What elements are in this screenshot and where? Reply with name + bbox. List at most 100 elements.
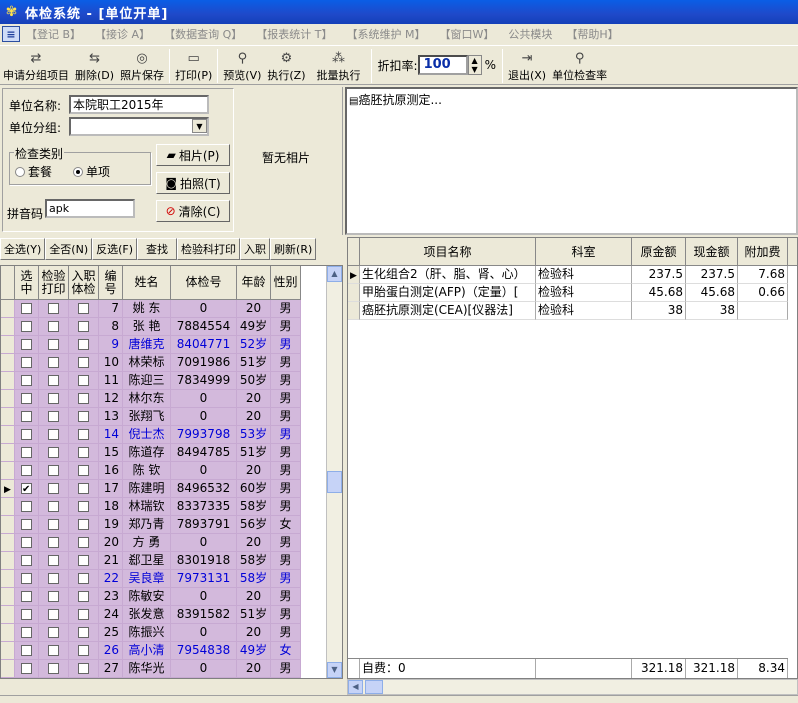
onboard-checkbox[interactable] (78, 321, 89, 332)
cell-age[interactable]: 49岁 (237, 318, 271, 336)
cell-lab-print[interactable] (39, 552, 69, 570)
cell-select[interactable] (15, 552, 39, 570)
cell-sex[interactable]: 男 (271, 588, 301, 606)
cell-lab-print[interactable] (39, 426, 69, 444)
row-indicator[interactable] (1, 336, 15, 354)
cell-sex[interactable]: 男 (271, 570, 301, 588)
discount-spinner[interactable]: ▲ ▼ (467, 55, 482, 75)
onboard-checkbox[interactable] (78, 447, 89, 458)
grid-vertical-scrollbar[interactable]: ▲ ▼ (326, 266, 342, 678)
cell-sex[interactable]: 男 (271, 534, 301, 552)
cell-select[interactable] (15, 660, 39, 678)
items-horizontal-scrollbar[interactable]: ◀ (347, 679, 798, 695)
row-indicator[interactable] (1, 660, 15, 678)
cell-onboard[interactable] (69, 660, 99, 678)
cell-onboard[interactable] (69, 498, 99, 516)
cell-age[interactable]: 60岁 (237, 480, 271, 498)
cell-age[interactable]: 56岁 (237, 516, 271, 534)
cell-sex[interactable]: 女 (271, 516, 301, 534)
lab-print-checkbox[interactable] (48, 339, 59, 350)
cell-sex[interactable]: 男 (271, 372, 301, 390)
find-button[interactable]: 查找 (137, 238, 178, 260)
chevron-down-icon[interactable]: ▼ (192, 119, 207, 133)
item-name[interactable]: 甲胎蛋白测定(AFP)（定量）[ (360, 284, 536, 302)
cell-age[interactable]: 49岁 (237, 642, 271, 660)
cell-number[interactable]: 18 (99, 498, 123, 516)
cell-select[interactable] (15, 516, 39, 534)
cell-age[interactable]: 20 (237, 624, 271, 642)
onboard-checkbox[interactable] (78, 501, 89, 512)
lab-print-checkbox[interactable] (48, 465, 59, 476)
cell-exam-no[interactable]: 0 (171, 624, 237, 642)
unit-group-select[interactable]: ▼ (69, 117, 209, 136)
select-checkbox[interactable] (21, 481, 32, 497)
cell-exam-no[interactable]: 0 (171, 300, 237, 318)
item-dept[interactable]: 检验科 (536, 266, 632, 284)
cell-lab-print[interactable] (39, 480, 69, 498)
cell-exam-no[interactable]: 7954838 (171, 642, 237, 660)
col-age[interactable]: 年龄 (237, 266, 271, 300)
refresh-button[interactable]: 刷新(R) (270, 238, 317, 260)
col-exam-no[interactable]: 体检号 (171, 266, 237, 300)
cell-lab-print[interactable] (39, 372, 69, 390)
item-extra-fee[interactable]: 0.66 (738, 284, 788, 302)
item-name[interactable]: 生化组合2（肝、脂、肾、心） (360, 266, 536, 284)
row-indicator[interactable]: ▶ (1, 480, 15, 498)
unit-check-rate-button[interactable]: ⚲ 单位检查率 (549, 46, 610, 84)
cell-name[interactable]: 陈 钦 (123, 462, 171, 480)
cell-lab-print[interactable] (39, 624, 69, 642)
cell-select[interactable] (15, 480, 39, 498)
row-indicator[interactable] (1, 606, 15, 624)
cell-exam-no[interactable]: 7884554 (171, 318, 237, 336)
radio-package[interactable]: 套餐 (15, 163, 52, 180)
select-checkbox[interactable] (21, 645, 32, 656)
cell-exam-no[interactable]: 0 (171, 462, 237, 480)
col-number[interactable]: 编号 (99, 266, 123, 300)
onboard-checkbox[interactable] (78, 303, 89, 314)
lab-print-checkbox[interactable] (48, 663, 59, 674)
cell-onboard[interactable] (69, 354, 99, 372)
print-button[interactable]: ▭ 打印(P) (172, 46, 215, 84)
photo-save-button[interactable]: ◎ 照片保存 (117, 46, 167, 84)
row-indicator[interactable] (1, 624, 15, 642)
cell-select[interactable] (15, 354, 39, 372)
cell-name[interactable]: 林尔东 (123, 390, 171, 408)
table-row[interactable]: 25 陈振兴 0 20 男 (1, 624, 301, 642)
item-row[interactable]: 癌胚抗原测定(CEA)[仪器法] 检验科 38 38 (348, 302, 788, 320)
cell-number[interactable]: 25 (99, 624, 123, 642)
table-row[interactable]: 16 陈 钦 0 20 男 (1, 462, 301, 480)
cell-name[interactable]: 张发意 (123, 606, 171, 624)
cell-select[interactable] (15, 444, 39, 462)
onboard-checkbox[interactable] (78, 465, 89, 476)
select-checkbox[interactable] (21, 447, 32, 458)
cell-select[interactable] (15, 570, 39, 588)
select-checkbox[interactable] (21, 321, 32, 332)
cell-sex[interactable]: 男 (271, 444, 301, 462)
cell-exam-no[interactable]: 0 (171, 408, 237, 426)
row-indicator[interactable] (1, 642, 15, 660)
execute-button[interactable]: ⚙ 执行(Z) (264, 46, 308, 84)
spin-up-icon[interactable]: ▲ (471, 56, 477, 65)
menu-reports[interactable]: 【报表统计 T】 (256, 26, 332, 42)
cell-number[interactable]: 23 (99, 588, 123, 606)
select-checkbox[interactable] (21, 429, 32, 440)
cell-age[interactable]: 20 (237, 588, 271, 606)
col-select[interactable]: 选中 (15, 266, 39, 300)
col-name[interactable]: 姓名 (123, 266, 171, 300)
onboard-checkbox[interactable] (78, 393, 89, 404)
item-current-amount[interactable]: 45.68 (686, 284, 738, 302)
cell-select[interactable] (15, 606, 39, 624)
cell-age[interactable]: 52岁 (237, 336, 271, 354)
menu-system[interactable]: 【系统维护 M】 (346, 26, 425, 42)
select-checkbox[interactable] (21, 573, 32, 584)
table-row[interactable]: 24 张发意 8391582 51岁男 (1, 606, 301, 624)
cell-select[interactable] (15, 372, 39, 390)
scroll-up-icon[interactable]: ▲ (327, 266, 342, 282)
unit-name-field[interactable]: 本院职工2015年 (69, 95, 209, 114)
scroll-left-icon[interactable]: ◀ (348, 680, 363, 694)
item-row[interactable]: 甲胎蛋白测定(AFP)（定量）[检验科 45.68 45.68 0.66 (348, 284, 788, 302)
onboard-checkbox[interactable] (78, 645, 89, 656)
lab-print-checkbox[interactable] (48, 609, 59, 620)
cell-age[interactable]: 20 (237, 462, 271, 480)
cell-age[interactable]: 53岁 (237, 426, 271, 444)
